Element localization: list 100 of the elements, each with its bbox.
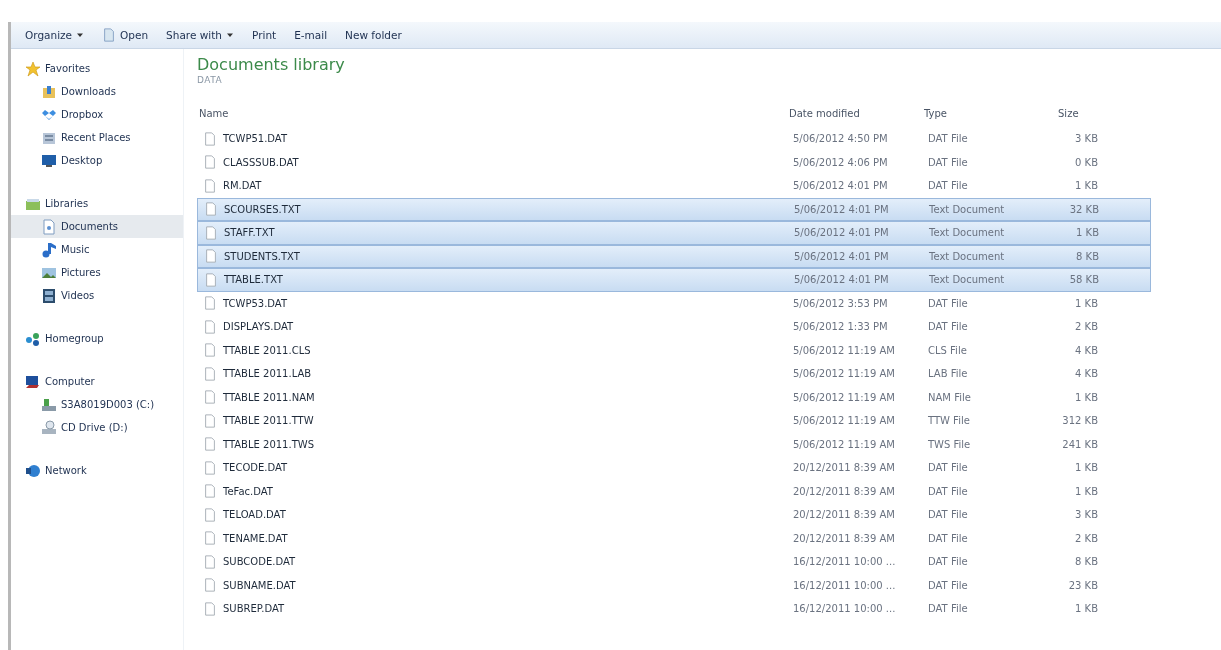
file-row[interactable]: TENAME.DAT 20/12/2011 8:39 AM DAT File 2 KB	[197, 526, 1151, 550]
music-note-icon	[41, 241, 57, 258]
file-row[interactable]: DISPLAYS.DAT 5/06/2012 1:33 PM DAT File 2 KB	[197, 315, 1151, 339]
file-row[interactable]: CLASSSUB.DAT 5/06/2012 4:06 PM DAT File 0 KB	[197, 150, 1151, 174]
file-row[interactable]: RM.DAT 5/06/2012 4:01 PM DAT File 1 KB	[197, 174, 1151, 198]
nav-item[interactable]: Favorites	[11, 57, 183, 80]
toolbar-button[interactable]: New folder	[341, 27, 412, 43]
drive-icon	[41, 396, 57, 413]
type-cell-text: TWS File	[928, 438, 972, 450]
file-name: TTABLE 2011.TWS	[223, 438, 314, 450]
file-row[interactable]: TTABLE 2011.LAB 5/06/2012 11:19 AM LAB File 4 KB	[197, 362, 1151, 386]
file-row[interactable]: SUBNAME.DAT 16/12/2011 10:00 ... DAT File 23 KB	[197, 573, 1151, 597]
nav-item[interactable]: Videos	[11, 284, 183, 307]
nav-item[interactable]: Computer	[11, 370, 183, 393]
file-icon	[203, 576, 217, 595]
file-icon	[203, 458, 217, 477]
date-cell-text: 16/12/2011 10:00 ...	[793, 603, 897, 615]
size-cell-text: 1 KB	[1074, 391, 1098, 403]
file-row[interactable]: TCWP53.DAT 5/06/2012 3:53 PM DAT File 1 KB	[197, 291, 1151, 315]
monitor-icon	[41, 152, 57, 169]
size-cell-text: 1 KB	[1074, 297, 1098, 309]
column-header[interactable]: Name	[197, 107, 789, 119]
date-cell-text: 5/06/2012 11:19 AM	[793, 368, 896, 380]
date-cell-text: 5/06/2012 4:01 PM	[793, 180, 889, 192]
file-icon	[203, 364, 217, 383]
file-row[interactable]: TECODE.DAT 20/12/2011 8:39 AM DAT File 1 KB	[197, 456, 1151, 480]
file-icon	[203, 599, 217, 618]
file-icon	[203, 153, 217, 172]
file-row[interactable]: TTABLE 2011.NAM 5/06/2012 11:19 AM NAM File 1 KB	[197, 385, 1151, 409]
library-title: Documents library	[197, 55, 346, 75]
date-cell-text: 5/06/2012 3:53 PM	[793, 297, 889, 309]
file-row[interactable]: TTABLE 2011.TTW 5/06/2012 11:19 AM TTW File 312 KB	[197, 409, 1151, 433]
file-name: SUBCODE.DAT	[223, 556, 296, 568]
document-icon	[41, 218, 57, 235]
nav-item[interactable]: Dropbox	[11, 103, 183, 126]
nav-item[interactable]: CD Drive (D:)	[11, 416, 183, 439]
toolbar-button[interactable]: Open	[98, 25, 159, 45]
file-name: TCWP51.DAT	[223, 133, 288, 145]
date-cell-text: 5/06/2012 4:01 PM	[794, 250, 890, 262]
file-icon	[203, 341, 217, 360]
file-row[interactable]: STUDENTS.TXT 5/06/2012 4:01 PM Text Document 8 KB	[197, 244, 1151, 268]
nav-item[interactable]: Homegroup	[11, 327, 183, 350]
toolbar-button[interactable]: Share with	[162, 27, 244, 43]
nav-item[interactable]: Libraries	[11, 192, 183, 215]
file-icon	[203, 529, 217, 548]
toolbar-button[interactable]: Organize	[21, 27, 95, 43]
file-icon	[204, 200, 218, 219]
type-cell-text: Text Document	[929, 274, 1006, 286]
type-cell-text: DAT File	[928, 603, 969, 615]
file-name: SUBNAME.DAT	[223, 579, 296, 591]
file-row[interactable]: TCWP51.DAT 5/06/2012 4:50 PM DAT File 3 KB	[197, 127, 1151, 151]
toolbar-button[interactable]: E-mail	[290, 27, 338, 43]
file-name: TTABLE 2011.NAM	[223, 391, 315, 403]
column-header[interactable]: Size	[1034, 107, 1094, 119]
file-name: SUBREP.DAT	[223, 603, 285, 615]
folder-icon	[41, 83, 57, 100]
nav-item[interactable]: Documents	[11, 215, 183, 238]
nav-item[interactable]: Downloads	[11, 80, 183, 103]
type-cell-text: DAT File	[928, 156, 969, 168]
file-row[interactable]: TTABLE 2011.CLS 5/06/2012 11:19 AM CLS File 4 KB	[197, 338, 1151, 362]
nav-item[interactable]: Desktop	[11, 149, 183, 172]
cd-drive-icon	[41, 419, 57, 436]
globe-icon	[25, 462, 41, 479]
date-cell-text: 5/06/2012 4:01 PM	[794, 227, 890, 239]
toolbar-button[interactable]: Print	[248, 27, 287, 43]
file-name: RM.DAT	[223, 180, 262, 192]
nav-item[interactable]: S3A8019D003 (C:)	[11, 393, 183, 416]
file-row[interactable]: TELOAD.DAT 20/12/2011 8:39 AM DAT File 3 KB	[197, 503, 1151, 527]
type-cell-text: DAT File	[928, 180, 969, 192]
type-cell-text: LAB File	[928, 368, 969, 380]
file-name: TCWP53.DAT	[223, 297, 288, 309]
date-cell-text: 5/06/2012 11:19 AM	[793, 415, 896, 427]
column-header[interactable]: Type	[924, 107, 1034, 119]
size-cell-text: 4 KB	[1074, 344, 1098, 356]
nav-item[interactable]: Network	[11, 459, 183, 482]
file-icon	[203, 129, 217, 148]
nav-item[interactable]: Pictures	[11, 261, 183, 284]
size-cell-text: 3 KB	[1074, 133, 1098, 145]
file-name: STAFF.TXT	[224, 227, 275, 239]
date-cell-text: 16/12/2011 10:00 ...	[793, 579, 897, 591]
size-cell-text: 0 KB	[1074, 156, 1098, 168]
nav-item[interactable]: Music	[11, 238, 183, 261]
file-icon	[203, 388, 217, 407]
type-cell-text: DAT File	[928, 556, 969, 568]
star-icon	[25, 60, 41, 77]
file-row[interactable]: SCOURSES.TXT 5/06/2012 4:01 PM Text Document 32 KB	[197, 197, 1151, 221]
file-row[interactable]: SUBREP.DAT 16/12/2011 10:00 ... DAT File 1 KB	[197, 597, 1151, 621]
type-cell-text: CLS File	[928, 344, 968, 356]
file-row[interactable]: TeFac.DAT 20/12/2011 8:39 AM DAT File 1 KB	[197, 479, 1151, 503]
nav-item[interactable]: Recent Places	[11, 126, 183, 149]
column-header[interactable]: Date modified	[789, 107, 924, 119]
file-row[interactable]: SUBCODE.DAT 16/12/2011 10:00 ... DAT File 8 KB	[197, 550, 1151, 574]
date-cell-text: 5/06/2012 1:33 PM	[793, 321, 889, 333]
size-cell-text: 8 KB	[1075, 250, 1099, 262]
file-row[interactable]: TTABLE.TXT 5/06/2012 4:01 PM Text Document 58 KB	[197, 268, 1151, 292]
file-name: TTABLE 2011.CLS	[223, 344, 311, 356]
file-name: TTABLE 2011.TTW	[223, 415, 314, 427]
file-row[interactable]: STAFF.TXT 5/06/2012 4:01 PM Text Document 1 KB	[197, 221, 1151, 245]
type-cell-text: Text Document	[929, 250, 1006, 262]
file-row[interactable]: TTABLE 2011.TWS 5/06/2012 11:19 AM TWS File 241 KB	[197, 432, 1151, 456]
